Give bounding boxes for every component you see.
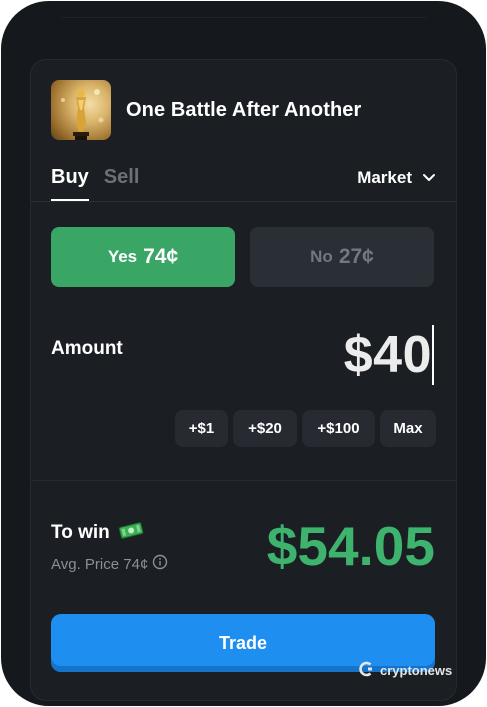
trade-panel: One Battle After Another Buy Sell Market… (30, 59, 457, 701)
tab-sell[interactable]: Sell (104, 166, 140, 202)
order-type-dropdown[interactable]: Market (357, 168, 436, 188)
to-win-row: To win (51, 521, 144, 545)
no-outcome-button[interactable]: No 27¢ (250, 227, 434, 287)
buy-sell-tabs: Buy Sell (51, 166, 154, 202)
add-1-button[interactable]: +$1 (175, 410, 228, 447)
max-button[interactable]: Max (380, 410, 436, 447)
tab-buy[interactable]: Buy (51, 166, 89, 202)
frame-divider (61, 17, 426, 18)
add-100-button[interactable]: +$100 (302, 410, 375, 447)
yes-price: 74¢ (143, 245, 179, 268)
money-icon (118, 521, 144, 545)
market-title: One Battle After Another (126, 98, 362, 121)
to-win-label: To win (51, 522, 110, 543)
amount-label: Amount (51, 338, 123, 359)
yes-label: Yes (107, 247, 138, 266)
amount-input[interactable]: $40 (344, 325, 434, 385)
chevron-down-icon (422, 168, 436, 188)
phone-frame: One Battle After Another Buy Sell Market… (1, 1, 486, 706)
quick-amount-buttons: +$1 +$20 +$100 Max (170, 410, 436, 447)
summary-divider (31, 480, 456, 481)
payout-amount: $54.05 (266, 515, 435, 577)
tabs-divider (31, 201, 456, 202)
add-20-button[interactable]: +$20 (233, 410, 297, 447)
order-type-label: Market (357, 168, 412, 187)
yes-outcome-button[interactable]: Yes 74¢ (51, 227, 235, 287)
watermark-text: cryptonews (380, 663, 453, 678)
market-header: One Battle After Another (51, 80, 361, 140)
no-price: 27¢ (338, 245, 374, 268)
no-label: No (310, 247, 333, 266)
cryptonews-logo-icon (359, 661, 375, 680)
watermark: cryptonews (359, 661, 452, 680)
info-icon[interactable] (152, 554, 168, 574)
avg-price-row: Avg. Price 74¢ (51, 554, 168, 574)
avg-price-label: Avg. Price 74¢ (51, 555, 149, 573)
oscar-statuette-icon (51, 80, 111, 140)
